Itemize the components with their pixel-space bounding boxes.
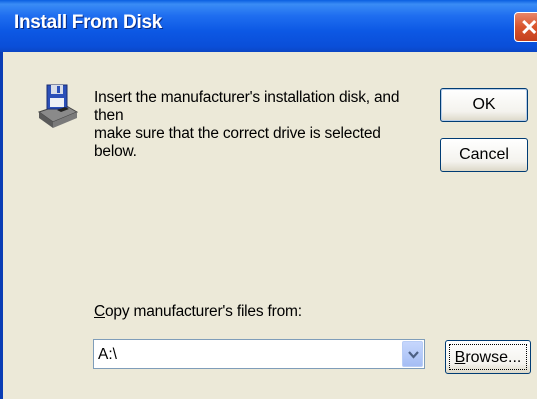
copy-label-text: opy manufacturer's files from:: [105, 303, 302, 320]
copy-label-mnemonic: C: [94, 303, 105, 320]
ok-button[interactable]: OK: [440, 88, 528, 122]
floppy-disk-drive-icon: [37, 84, 79, 128]
close-icon: ✕: [520, 15, 537, 40]
instruction-text: Insert the manufacturer's installation d…: [94, 89, 424, 161]
browse-focus-rect: Browse...: [449, 344, 527, 370]
combobox-dropdown-button[interactable]: [402, 341, 423, 367]
cancel-button[interactable]: Cancel: [440, 138, 528, 172]
browse-label: rowse...: [465, 349, 522, 366]
title-bar[interactable]: Install From Disk ✕: [0, 0, 537, 52]
copy-files-label: Copy manufacturer's files from:: [94, 303, 302, 321]
close-button[interactable]: ✕: [514, 12, 537, 42]
browse-mnemonic: B: [454, 349, 466, 366]
copy-from-combobox[interactable]: A:\: [93, 339, 425, 369]
chevron-down-icon: [408, 351, 419, 359]
window-title: Install From Disk: [14, 12, 162, 33]
copy-from-value[interactable]: A:\: [98, 346, 117, 364]
instruction-line-1: Insert the manufacturer's installation d…: [94, 89, 400, 124]
install-from-disk-dialog: Install From Disk ✕ Insert the manufactu…: [0, 0, 537, 399]
instruction-line-2: make sure that the correct drive is sele…: [94, 125, 381, 160]
browse-button[interactable]: Browse...: [445, 340, 531, 374]
